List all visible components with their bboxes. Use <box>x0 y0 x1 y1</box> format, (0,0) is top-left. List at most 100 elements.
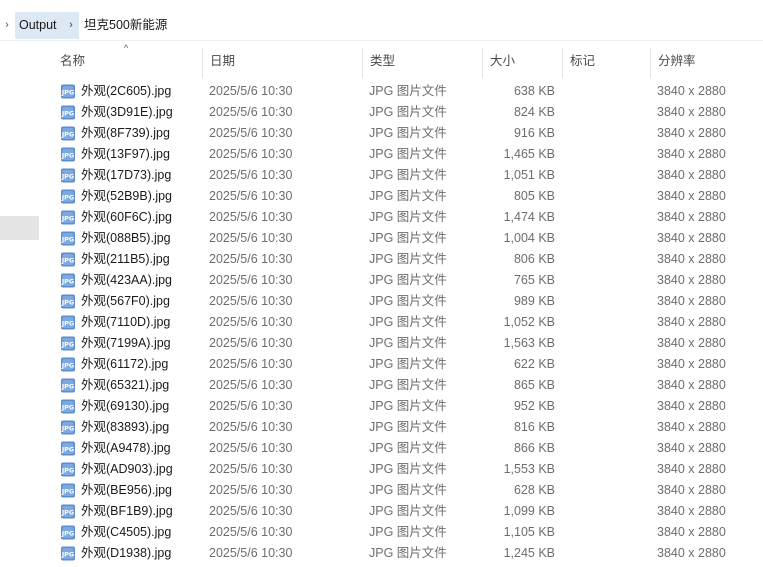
file-name: 外观(3D91E).jpg <box>81 105 173 119</box>
file-name: 外观(65321).jpg <box>81 378 170 392</box>
svg-text:JPG: JPG <box>61 509 75 517</box>
svg-text:JPG: JPG <box>61 362 75 370</box>
file-name: 外观(D1938).jpg <box>81 546 172 560</box>
file-date: 2025/5/6 10:30 <box>209 105 293 119</box>
file-resolution: 3840 x 2880 <box>657 378 726 392</box>
breadcrumb-item-output[interactable]: Output <box>15 12 63 39</box>
file-row[interactable]: JPG 外观(423AA).jpg 2025/5/6 10:30 JPG 图片文件 76… <box>44 270 763 291</box>
file-row[interactable]: JPG 外观(65321).jpg 2025/5/6 10:30 JPG 图片文件 86… <box>44 375 763 396</box>
jpg-file-icon: JPG <box>60 252 76 267</box>
nav-item-selected[interactable] <box>0 216 39 240</box>
svg-text:JPG: JPG <box>61 551 75 559</box>
file-type: JPG 图片文件 <box>369 294 447 308</box>
file-resolution: 3840 x 2880 <box>657 84 726 98</box>
file-row[interactable]: JPG 外观(D1938).jpg 2025/5/6 10:30 JPG 图片文件 1,… <box>44 543 763 564</box>
file-date: 2025/5/6 10:30 <box>209 252 293 266</box>
column-header-size[interactable]: 大小 <box>482 44 562 78</box>
jpg-file-icon: JPG <box>60 168 76 183</box>
file-date: 2025/5/6 10:30 <box>209 483 293 497</box>
breadcrumb-chevron-icon[interactable]: › <box>2 17 12 33</box>
file-type: JPG 图片文件 <box>369 504 447 518</box>
file-row[interactable]: JPG 外观(7110D).jpg 2025/5/6 10:30 JPG 图片文件 1,… <box>44 312 763 333</box>
jpg-file-icon: JPG <box>60 420 76 435</box>
file-row[interactable]: JPG 外观(60F6C).jpg 2025/5/6 10:30 JPG 图片文件 1,… <box>44 207 763 228</box>
file-resolution: 3840 x 2880 <box>657 462 726 476</box>
file-row[interactable]: JPG 外观(3D91E).jpg 2025/5/6 10:30 JPG 图片文件 82… <box>44 102 763 123</box>
file-type: JPG 图片文件 <box>369 252 447 266</box>
file-date: 2025/5/6 10:30 <box>209 378 293 392</box>
file-resolution: 3840 x 2880 <box>657 504 726 518</box>
file-name: 外观(211B5).jpg <box>81 252 170 266</box>
svg-text:JPG: JPG <box>61 194 75 202</box>
file-row[interactable]: JPG 外观(211B5).jpg 2025/5/6 10:30 JPG 图片文件 80… <box>44 249 763 270</box>
file-row[interactable]: JPG 外观(C4505).jpg 2025/5/6 10:30 JPG 图片文件 1,… <box>44 522 763 543</box>
file-row[interactable]: JPG 外观(BF1B9).jpg 2025/5/6 10:30 JPG 图片文件 1,… <box>44 501 763 522</box>
file-type: JPG 图片文件 <box>369 210 447 224</box>
file-date: 2025/5/6 10:30 <box>209 315 293 329</box>
jpg-file-icon: JPG <box>60 273 76 288</box>
file-size: 638 KB <box>513 84 555 98</box>
file-row[interactable]: JPG 外观(AD903).jpg 2025/5/6 10:30 JPG 图片文件 1,… <box>44 459 763 480</box>
file-size: 865 KB <box>513 378 555 392</box>
file-name: 外观(C4505).jpg <box>81 525 172 539</box>
file-row[interactable]: JPG 外观(61172).jpg 2025/5/6 10:30 JPG 图片文件 62… <box>44 354 763 375</box>
jpg-file-icon: JPG <box>60 357 76 372</box>
file-size: 916 KB <box>513 126 555 140</box>
file-resolution: 3840 x 2880 <box>657 294 726 308</box>
file-type: JPG 图片文件 <box>369 231 447 245</box>
column-header-date[interactable]: 日期 <box>202 44 362 78</box>
breadcrumb-separator-icon[interactable]: › <box>63 12 79 39</box>
breadcrumb-item-current[interactable]: 坦克500新能源 <box>80 12 171 39</box>
file-row[interactable]: JPG 外观(567F0).jpg 2025/5/6 10:30 JPG 图片文件 98… <box>44 291 763 312</box>
column-header-type[interactable]: 类型 <box>362 44 482 78</box>
svg-text:JPG: JPG <box>61 488 75 496</box>
jpg-file-icon: JPG <box>60 315 76 330</box>
file-name: 外观(52B9B).jpg <box>81 189 173 203</box>
file-name: 外观(BE956).jpg <box>81 483 173 497</box>
file-row[interactable]: JPG 外观(83893).jpg 2025/5/6 10:30 JPG 图片文件 81… <box>44 417 763 438</box>
file-row[interactable]: JPG 外观(52B9B).jpg 2025/5/6 10:30 JPG 图片文件 80… <box>44 186 763 207</box>
file-row[interactable]: JPG 外观(A9478).jpg 2025/5/6 10:30 JPG 图片文件 86… <box>44 438 763 459</box>
file-date: 2025/5/6 10:30 <box>209 273 293 287</box>
file-row[interactable]: JPG 外观(BE956).jpg 2025/5/6 10:30 JPG 图片文件 62… <box>44 480 763 501</box>
breadcrumb: › Output › 坦克500新能源 <box>0 9 763 41</box>
file-name: 外观(AD903).jpg <box>81 462 173 476</box>
file-type: JPG 图片文件 <box>369 441 447 455</box>
jpg-file-icon: JPG <box>60 441 76 456</box>
file-resolution: 3840 x 2880 <box>657 420 726 434</box>
navigation-pane[interactable] <box>0 41 44 567</box>
file-size: 622 KB <box>513 357 555 371</box>
svg-text:JPG: JPG <box>61 110 75 118</box>
svg-text:JPG: JPG <box>61 131 75 139</box>
file-resolution: 3840 x 2880 <box>657 147 726 161</box>
column-header-tag[interactable]: 标记 <box>562 44 650 78</box>
file-row[interactable]: JPG 外观(69130).jpg 2025/5/6 10:30 JPG 图片文件 95… <box>44 396 763 417</box>
file-date: 2025/5/6 10:30 <box>209 546 293 560</box>
file-size: 1,105 KB <box>503 525 555 539</box>
file-row[interactable]: JPG 外观(7199A).jpg 2025/5/6 10:30 JPG 图片文件 1,… <box>44 333 763 354</box>
svg-text:JPG: JPG <box>61 404 75 412</box>
file-date: 2025/5/6 10:30 <box>209 231 293 245</box>
file-row[interactable]: JPG 外观(17D73).jpg 2025/5/6 10:30 JPG 图片文件 1,… <box>44 165 763 186</box>
file-date: 2025/5/6 10:30 <box>209 357 293 371</box>
file-date: 2025/5/6 10:30 <box>209 147 293 161</box>
column-header-name[interactable]: 名称 <box>52 44 202 78</box>
file-row[interactable]: JPG 外观(13F97).jpg 2025/5/6 10:30 JPG 图片文件 1,… <box>44 144 763 165</box>
column-header-resolution[interactable]: 分辨率 <box>650 44 760 78</box>
file-size: 1,563 KB <box>503 336 555 350</box>
file-date: 2025/5/6 10:30 <box>209 441 293 455</box>
file-resolution: 3840 x 2880 <box>657 252 726 266</box>
file-resolution: 3840 x 2880 <box>657 525 726 539</box>
svg-text:JPG: JPG <box>61 341 75 349</box>
jpg-file-icon: JPG <box>60 84 76 99</box>
file-size: 1,465 KB <box>503 147 555 161</box>
file-row[interactable]: JPG 外观(2C605).jpg 2025/5/6 10:30 JPG 图片文件 63… <box>44 81 763 102</box>
file-resolution: 3840 x 2880 <box>657 168 726 182</box>
file-row[interactable]: JPG 外观(8F739).jpg 2025/5/6 10:30 JPG 图片文件 91… <box>44 123 763 144</box>
file-type: JPG 图片文件 <box>369 147 447 161</box>
file-size: 765 KB <box>513 273 555 287</box>
jpg-file-icon: JPG <box>60 210 76 225</box>
file-size: 1,099 KB <box>503 504 555 518</box>
file-type: JPG 图片文件 <box>369 315 447 329</box>
file-row[interactable]: JPG 外观(088B5).jpg 2025/5/6 10:30 JPG 图片文件 1,… <box>44 228 763 249</box>
